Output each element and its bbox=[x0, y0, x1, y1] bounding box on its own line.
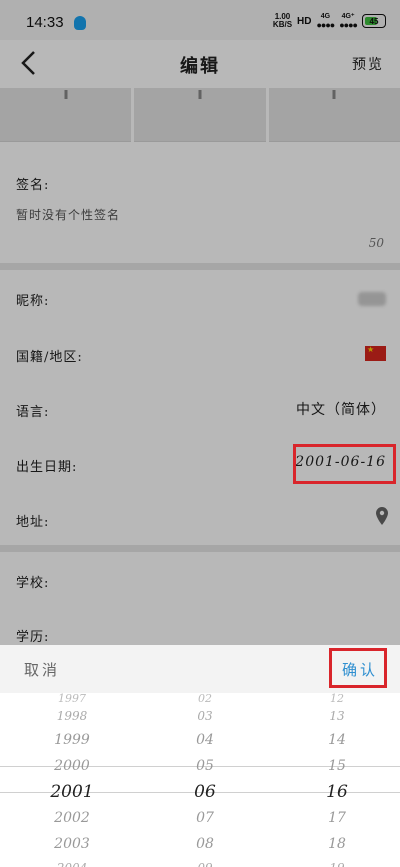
preview-button[interactable]: 预览 bbox=[352, 54, 384, 74]
school-row[interactable]: 学校: bbox=[0, 554, 400, 608]
month-option-selected[interactable]: 06 bbox=[145, 779, 265, 805]
signal-1-icon: 4G ●●●● bbox=[316, 13, 336, 30]
year-option[interactable]: 1998 bbox=[12, 705, 132, 727]
language-value: 中文（简体） bbox=[296, 402, 386, 418]
location-pin-icon bbox=[376, 507, 388, 525]
nickname-label: 昵称: bbox=[16, 294, 50, 309]
school-label: 学校: bbox=[16, 576, 50, 591]
month-option[interactable]: 04 bbox=[145, 727, 265, 753]
address-label: 地址: bbox=[16, 515, 50, 530]
status-time: 14:33 bbox=[26, 14, 64, 31]
photo-strip bbox=[0, 88, 400, 142]
nickname-value-blurred bbox=[358, 292, 386, 306]
year-option[interactable]: 1997 bbox=[12, 693, 132, 705]
qq-notification-icon bbox=[74, 16, 86, 30]
birthday-label: 出生日期: bbox=[16, 460, 78, 475]
month-option[interactable]: 05 bbox=[145, 753, 265, 779]
section-divider bbox=[0, 545, 400, 552]
year-option[interactable]: 1999 bbox=[12, 727, 132, 753]
day-option[interactable]: 13 bbox=[277, 705, 397, 727]
signature-label: 签名: bbox=[16, 178, 50, 193]
nav-bar: 编辑 预览 bbox=[0, 40, 400, 88]
month-option[interactable]: 03 bbox=[145, 705, 265, 727]
section-divider bbox=[0, 263, 400, 270]
day-option[interactable]: 14 bbox=[277, 727, 397, 753]
month-option[interactable]: 09 bbox=[145, 857, 265, 867]
year-option[interactable]: 2004 bbox=[12, 857, 132, 867]
education-row[interactable]: 学历: bbox=[0, 608, 400, 645]
day-option[interactable]: 17 bbox=[277, 805, 397, 831]
day-option[interactable]: 19 bbox=[277, 857, 397, 867]
region-row[interactable]: 国籍/地区: ★ bbox=[0, 328, 400, 382]
confirm-highlight-box bbox=[329, 648, 387, 688]
year-option[interactable]: 2002 bbox=[12, 805, 132, 831]
year-wheel[interactable]: 1997 1998 1999 2000 2001 2002 2003 2004 bbox=[12, 693, 132, 867]
network-speed: 1.00 KB/S bbox=[272, 12, 293, 29]
year-option[interactable]: 2000 bbox=[12, 753, 132, 779]
day-option[interactable]: 15 bbox=[277, 753, 397, 779]
status-bar: 14:33 1.00 KB/S HD 4G ●●●● 4G⁺ ●●●● 45 bbox=[0, 0, 400, 40]
region-label: 国籍/地区: bbox=[16, 350, 83, 365]
language-label: 语言: bbox=[16, 405, 50, 420]
address-row[interactable]: 地址: bbox=[0, 493, 400, 547]
month-option[interactable]: 02 bbox=[145, 693, 265, 705]
photo-slot[interactable] bbox=[134, 88, 266, 142]
cancel-button[interactable]: 取消 bbox=[24, 659, 60, 680]
signature-char-count: 50 bbox=[368, 236, 384, 250]
day-option-selected[interactable]: 16 bbox=[277, 779, 397, 805]
day-option[interactable]: 12 bbox=[277, 693, 397, 705]
china-flag-icon: ★ bbox=[365, 346, 386, 361]
photo-slot[interactable] bbox=[0, 88, 132, 142]
nickname-row[interactable]: 昵称: bbox=[0, 272, 400, 326]
birthday-highlight-box bbox=[293, 444, 396, 484]
edit-profile-page: 编辑 预览 签名: 暂时没有个性签名 50 昵称: 国籍/地区: ★ 语言: 中… bbox=[0, 40, 400, 645]
month-wheel[interactable]: 02 03 04 05 06 07 08 09 bbox=[145, 693, 265, 867]
year-option-selected[interactable]: 2001 bbox=[12, 779, 132, 805]
month-option[interactable]: 08 bbox=[145, 831, 265, 857]
month-option[interactable]: 07 bbox=[145, 805, 265, 831]
signature-input[interactable]: 暂时没有个性签名 bbox=[16, 206, 120, 223]
page-title: 编辑 bbox=[180, 56, 220, 77]
hd-indicator: HD bbox=[297, 15, 312, 27]
battery-icon: 45 bbox=[362, 14, 386, 28]
status-icons: 1.00 KB/S HD 4G ●●●● 4G⁺ ●●●● 45 bbox=[272, 12, 386, 30]
education-label: 学历: bbox=[16, 630, 50, 645]
photo-slot[interactable] bbox=[268, 88, 400, 142]
language-row[interactable]: 语言: 中文（简体） bbox=[0, 383, 400, 437]
day-option[interactable]: 18 bbox=[277, 831, 397, 857]
year-option[interactable]: 2003 bbox=[12, 831, 132, 857]
signal-2-icon: 4G⁺ ●●●● bbox=[339, 13, 358, 30]
day-wheel[interactable]: 12 13 14 15 16 17 18 19 bbox=[277, 693, 397, 867]
